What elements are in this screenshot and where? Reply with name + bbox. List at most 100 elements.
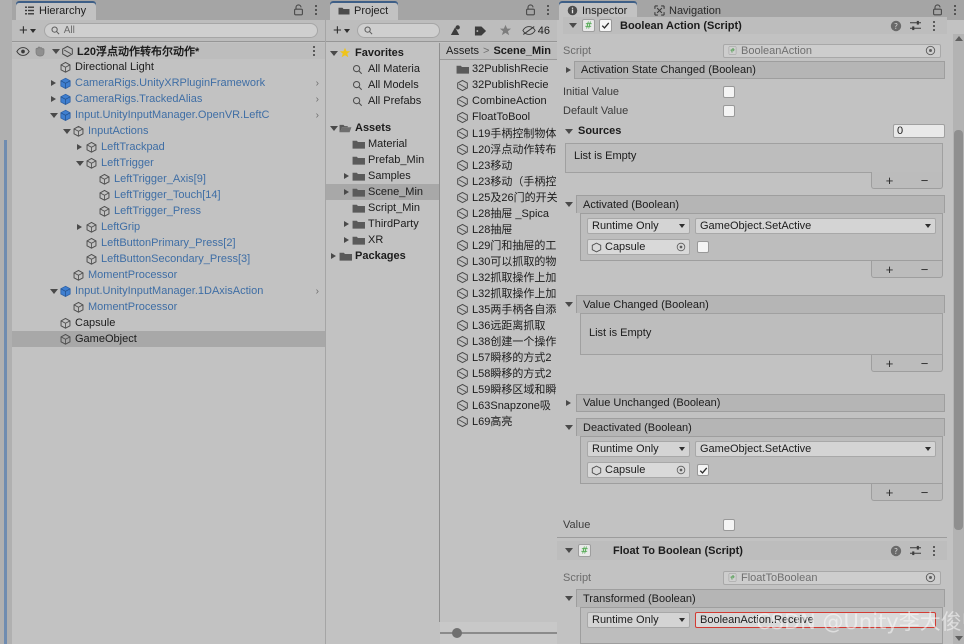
- project-tree-row[interactable]: Script_Min: [326, 200, 439, 216]
- lock-icon[interactable]: [932, 4, 943, 16]
- preset-icon[interactable]: [909, 545, 922, 556]
- hierarchy-search-input[interactable]: All: [43, 23, 318, 38]
- hierarchy-row-arrow[interactable]: [61, 128, 72, 134]
- hierarchy-row-arrow[interactable]: [48, 80, 59, 86]
- object-picker-icon[interactable]: [925, 45, 936, 56]
- project-file-row[interactable]: L63Snapzone吸: [440, 397, 557, 413]
- expand-arrow-down-icon[interactable]: [329, 125, 338, 131]
- project-file-row[interactable]: L32抓取操作上加: [440, 285, 557, 301]
- expand-arrow-right-icon[interactable]: [344, 237, 349, 243]
- value-changed-remove-button[interactable]: −: [921, 356, 929, 371]
- project-tree-row[interactable]: Favorites: [326, 45, 439, 61]
- help-icon[interactable]: ?: [890, 545, 902, 557]
- project-tree-row-arrow[interactable]: [328, 253, 339, 259]
- project-file-row[interactable]: L29门和抽屉的工: [440, 237, 557, 253]
- filter-by-type-button[interactable]: [443, 22, 468, 39]
- hidden-packages-count[interactable]: 46: [518, 25, 554, 37]
- lock-icon[interactable]: [525, 4, 536, 16]
- deactivated-mode-dropdown[interactable]: Runtime Only: [587, 441, 690, 457]
- object-picker-icon[interactable]: [676, 242, 686, 252]
- project-file-row[interactable]: L23移动: [440, 157, 557, 173]
- project-tree-row[interactable]: XR: [326, 232, 439, 248]
- activation-state-changed-arrow[interactable]: [563, 67, 574, 73]
- scrollbar-up-arrow[interactable]: [955, 36, 963, 41]
- project-file-row[interactable]: L57瞬移的方式2: [440, 349, 557, 365]
- expand-arrow-right-icon[interactable]: [77, 224, 82, 230]
- boolean-action-context-menu-icon[interactable]: [929, 19, 939, 33]
- breadcrumb-root[interactable]: Assets: [446, 45, 479, 57]
- help-icon[interactable]: ?: [890, 20, 902, 32]
- project-tree-row[interactable]: [326, 109, 439, 120]
- hierarchy-row[interactable]: LeftGrip: [12, 219, 325, 235]
- project-file-row[interactable]: 32PublishRecie: [440, 61, 557, 77]
- expand-arrow-right-icon[interactable]: [344, 189, 349, 195]
- project-tree-row-arrow[interactable]: [341, 173, 352, 179]
- activated-argument-checkbox[interactable]: [697, 241, 709, 253]
- boolean-action-foldout-arrow[interactable]: [567, 23, 578, 28]
- hierarchy-row[interactable]: InputActions: [12, 123, 325, 139]
- scene-context-menu-icon[interactable]: [309, 44, 319, 58]
- hierarchy-row[interactable]: Input.UnityInputManager.OpenVR.LeftC ›: [12, 107, 325, 123]
- deactivated-foldout-arrow[interactable]: [563, 424, 574, 430]
- hierarchy-row[interactable]: LeftTrigger: [12, 155, 325, 171]
- project-file-row[interactable]: L58瞬移的方式2: [440, 365, 557, 381]
- project-file-row[interactable]: L20浮点动作转布: [440, 141, 557, 157]
- breadcrumb-current[interactable]: Scene_Min: [493, 45, 550, 57]
- hierarchy-create-button[interactable]: +: [15, 22, 40, 39]
- sources-count-field[interactable]: 0: [893, 124, 945, 138]
- project-menu-icon[interactable]: [543, 3, 553, 17]
- transformed-foldout-arrow[interactable]: [563, 595, 574, 601]
- inspector-menu-icon[interactable]: [950, 3, 960, 17]
- zoom-slider-knob[interactable]: [452, 628, 462, 638]
- sources-remove-button[interactable]: −: [921, 173, 929, 188]
- scene-expand-arrow[interactable]: [50, 48, 61, 54]
- project-file-row[interactable]: CombineAction: [440, 93, 557, 109]
- boolean-action-component-header[interactable]: # Boolean Action (Script) ?: [563, 17, 947, 34]
- project-tree-row[interactable]: Scene_Min: [326, 184, 439, 200]
- project-tree-row[interactable]: All Prefabs: [326, 93, 439, 109]
- project-tree-row[interactable]: ThirdParty: [326, 216, 439, 232]
- float-to-boolean-foldout-arrow[interactable]: [563, 548, 574, 553]
- project-zoom-slider[interactable]: [440, 622, 557, 644]
- project-tree-row-arrow[interactable]: [341, 237, 352, 243]
- filter-by-label-button[interactable]: [468, 22, 493, 39]
- hierarchy-row[interactable]: GameObject: [12, 331, 325, 347]
- project-file-row[interactable]: 32PublishRecie: [440, 77, 557, 93]
- hierarchy-row-arrow[interactable]: [48, 288, 59, 294]
- project-file-row[interactable]: L35两手柄各自添: [440, 301, 557, 317]
- project-file-row[interactable]: L32抓取操作上加: [440, 269, 557, 285]
- hierarchy-row-overflow-arrow[interactable]: ›: [316, 94, 325, 105]
- hierarchy-row[interactable]: LeftButtonPrimary_Press[2]: [12, 235, 325, 251]
- hierarchy-scene-row[interactable]: L20浮点动作转布尔动作*: [12, 43, 325, 59]
- project-file-row[interactable]: L36远距离抓取: [440, 317, 557, 333]
- activated-remove-button[interactable]: −: [921, 262, 929, 277]
- deactivated-remove-button[interactable]: −: [921, 485, 929, 500]
- visibility-eye-icon[interactable]: [12, 46, 33, 57]
- project-tree-row[interactable]: Samples: [326, 168, 439, 184]
- tab-hierarchy[interactable]: Hierarchy: [16, 1, 97, 20]
- float-to-boolean-context-menu-icon[interactable]: [929, 544, 939, 558]
- expand-arrow-right-icon[interactable]: [51, 96, 56, 102]
- deactivated-target-field[interactable]: Capsule: [587, 462, 690, 478]
- hierarchy-row-overflow-arrow[interactable]: ›: [316, 286, 325, 297]
- inspector-scroll-thumb[interactable]: [954, 130, 963, 530]
- project-file-row[interactable]: L69高亮: [440, 413, 557, 429]
- project-tree-row[interactable]: Material: [326, 136, 439, 152]
- object-picker-icon[interactable]: [925, 572, 936, 583]
- boolean-action-script-field[interactable]: # BooleanAction: [723, 43, 941, 58]
- expand-arrow-right-icon[interactable]: [344, 173, 349, 179]
- project-tree-row-arrow[interactable]: [328, 125, 339, 131]
- hierarchy-row[interactable]: Directional Light: [12, 59, 325, 75]
- expand-arrow-down-icon[interactable]: [329, 50, 338, 56]
- project-file-row[interactable]: L23移动（手柄控: [440, 173, 557, 189]
- project-tree-row[interactable]: Packages: [326, 248, 439, 264]
- hierarchy-row-overflow-arrow[interactable]: ›: [316, 110, 325, 121]
- hierarchy-row[interactable]: CameraRigs.TrackedAlias ›: [12, 91, 325, 107]
- expand-arrow-right-icon[interactable]: [51, 80, 56, 86]
- boolean-action-enabled-checkbox[interactable]: [599, 19, 612, 32]
- value-checkbox[interactable]: [723, 518, 735, 531]
- hierarchy-row-arrow[interactable]: [74, 160, 85, 166]
- project-file-row[interactable]: L28抽屉 _Spica: [440, 205, 557, 221]
- value-unchanged-foldout-arrow[interactable]: [563, 400, 574, 406]
- initial-value-checkbox[interactable]: [723, 85, 735, 98]
